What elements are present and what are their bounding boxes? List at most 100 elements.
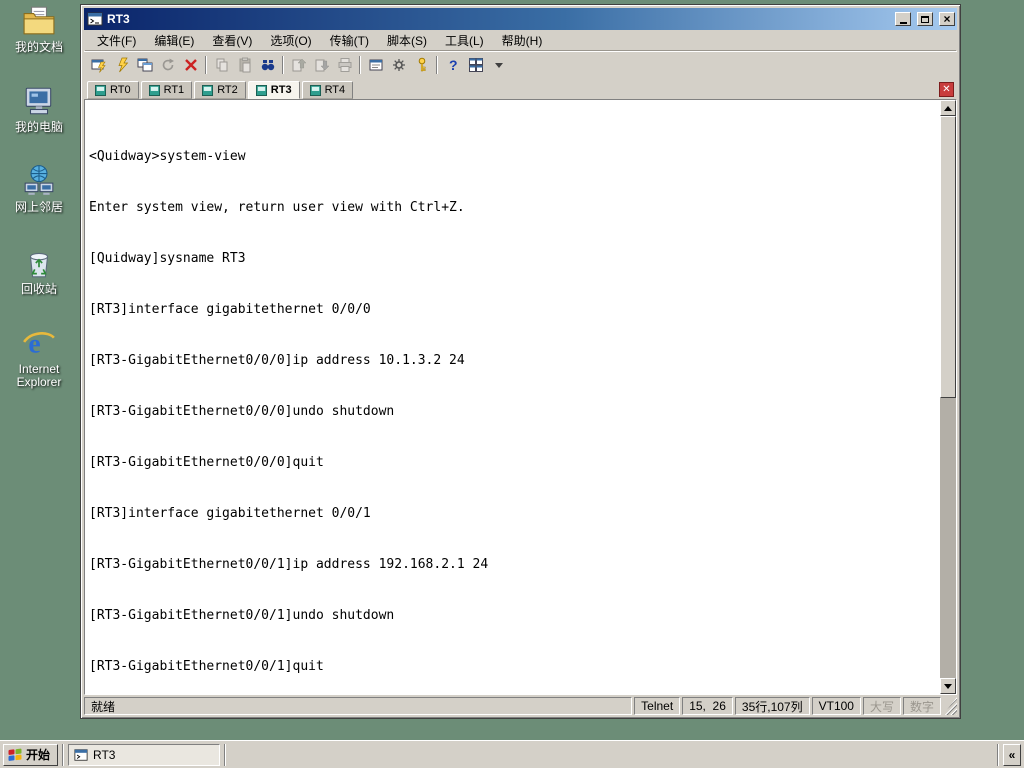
recycle-bin-icon [22, 246, 56, 280]
status-caps-indicator: 大写 [862, 697, 901, 715]
reconnect-icon[interactable] [156, 54, 179, 76]
session-icon [255, 84, 267, 96]
minimize-icon [899, 21, 907, 24]
taskbar-divider [224, 743, 227, 766]
resize-grip[interactable] [943, 697, 957, 715]
scroll-down-button[interactable] [940, 678, 956, 694]
toolbar-overflow-icon[interactable] [487, 54, 510, 76]
network-places-icon [22, 164, 56, 198]
session-options-icon[interactable] [364, 54, 387, 76]
terminal-line: [RT3-GigabitEthernet0/0/0]ip address 10.… [89, 353, 465, 368]
desktop-icon-network-places[interactable]: 网上邻居 [4, 164, 74, 214]
status-num-indicator: 数字 [902, 697, 941, 715]
session-tabbar: RT0 RT1 RT2 RT3 RT4 ✕ [84, 78, 957, 99]
desktop-icon-my-computer[interactable]: 我的电脑 [4, 84, 74, 134]
menu-help[interactable]: 帮助(H) [493, 30, 552, 51]
scrollbar-thumb[interactable] [940, 116, 956, 398]
help-icon[interactable]: ? [441, 54, 464, 76]
find-icon[interactable] [256, 54, 279, 76]
menu-edit[interactable]: 编辑(E) [145, 30, 203, 51]
svg-text:e: e [28, 328, 40, 359]
titlebar[interactable]: RT3 × [84, 8, 957, 30]
download-icon[interactable] [310, 54, 333, 76]
taskbar-task-rt3[interactable]: RT3 [68, 743, 221, 766]
terminal-line: [RT3]interface gigabitethernet 0/0/0 [89, 302, 371, 317]
quick-connect-icon[interactable] [110, 54, 133, 76]
paste-icon[interactable] [233, 54, 256, 76]
print-icon[interactable] [333, 54, 356, 76]
tab-rt3-active[interactable]: RT3 [247, 81, 300, 99]
close-tab-button[interactable]: ✕ [939, 82, 954, 97]
taskbar: 开始 RT3 « [0, 740, 1024, 768]
svg-text:?: ? [449, 57, 458, 73]
statusbar: 就绪 Telnet 15, 26 35行,107列 VT100 大写 数字 [84, 695, 957, 715]
terminal-line: [RT3]interface gigabitethernet 0/0/1 [89, 506, 371, 521]
terminal-line: [RT3-GigabitEthernet0/0/0]undo shutdown [89, 404, 395, 419]
tab-label: RT4 [324, 84, 346, 96]
tab-label: RT2 [217, 84, 238, 96]
internet-explorer-icon: e [22, 326, 56, 360]
terminal-line: Enter system view, return user view with… [89, 200, 465, 215]
session-icon [202, 84, 214, 96]
close-button[interactable]: × [939, 12, 955, 26]
terminal-line: [RT3-GigabitEthernet0/0/1]ip address 192… [89, 557, 489, 572]
chevron-down-icon [494, 63, 503, 72]
terminal-output: <Quidway>system-view Enter system view, … [89, 114, 936, 694]
menu-file[interactable]: 文件(F) [88, 30, 145, 51]
desktop-icon-label: 回收站 [20, 282, 57, 296]
toolbar-separator [359, 56, 361, 74]
tab-rt4[interactable]: RT4 [301, 81, 354, 99]
cascade-windows-icon[interactable] [464, 54, 487, 76]
keyboard-map-icon[interactable] [410, 54, 433, 76]
menu-transfer[interactable]: 传输(T) [321, 30, 378, 51]
maximize-icon [921, 15, 929, 23]
maximize-button[interactable] [917, 12, 933, 26]
menubar: 文件(F) 编辑(E) 查看(V) 选项(O) 传输(T) 脚本(S) 工具(L… [84, 30, 957, 51]
status-protocol: Telnet [634, 697, 681, 715]
menu-tools[interactable]: 工具(L) [436, 30, 493, 51]
desktop-icon-label: Internet Explorer [16, 362, 62, 389]
desktop-icon-label: 网上邻居 [14, 200, 63, 214]
connect-in-tab-icon[interactable] [133, 54, 156, 76]
windows-logo-icon [8, 748, 22, 762]
menu-options[interactable]: 选项(O) [261, 30, 320, 51]
my-documents-icon [22, 4, 56, 38]
tab-rt0[interactable]: RT0 [87, 81, 139, 99]
minimize-button[interactable] [895, 12, 911, 26]
menu-script[interactable]: 脚本(S) [378, 30, 436, 51]
upload-icon[interactable] [287, 54, 310, 76]
app-icon [87, 11, 103, 27]
scroll-up-button[interactable] [940, 100, 956, 116]
toolbar: ? [84, 51, 957, 78]
desktop-icon-internet-explorer[interactable]: e Internet Explorer [4, 326, 74, 389]
vertical-scrollbar[interactable] [940, 100, 956, 694]
start-button[interactable]: 开始 [3, 743, 59, 766]
tab-label: RT1 [163, 84, 185, 96]
disconnect-icon[interactable] [179, 54, 202, 76]
tab-rt2[interactable]: RT2 [194, 81, 246, 99]
toolbar-separator [282, 56, 284, 74]
toolbar-separator [436, 56, 438, 74]
desktop-icon-recycle-bin[interactable]: 回收站 [4, 246, 74, 296]
start-label: 开始 [26, 748, 51, 762]
tray-chevron-button[interactable]: « [1003, 743, 1021, 766]
tab-rt1[interactable]: RT1 [140, 81, 193, 99]
arrow-down-icon [944, 683, 952, 693]
global-options-icon[interactable] [387, 54, 410, 76]
terminal-line: <Quidway>system-view [89, 149, 246, 164]
menu-view[interactable]: 查看(V) [203, 30, 261, 51]
task-label: RT3 [93, 747, 116, 762]
toolbar-separator [205, 56, 207, 74]
terminal-screen[interactable]: <Quidway>system-view Enter system view, … [84, 99, 957, 695]
desktop-icon-label: 我的电脑 [14, 120, 63, 134]
desktop-icon-label: 我的文档 [14, 40, 63, 54]
connect-icon[interactable] [87, 54, 110, 76]
session-icon [309, 84, 321, 96]
copy-icon[interactable] [210, 54, 233, 76]
status-cursor-position: 15, 26 [682, 697, 733, 715]
desktop-icon-my-documents[interactable]: 我的文档 [4, 4, 74, 54]
terminal-line: [RT3-GigabitEthernet0/0/1]undo shutdown [89, 608, 395, 623]
status-ready: 就绪 [84, 697, 633, 715]
terminal-line: [RT3-GigabitEthernet0/0/0]quit [89, 455, 324, 470]
status-screen-size: 35行,107列 [734, 697, 810, 715]
